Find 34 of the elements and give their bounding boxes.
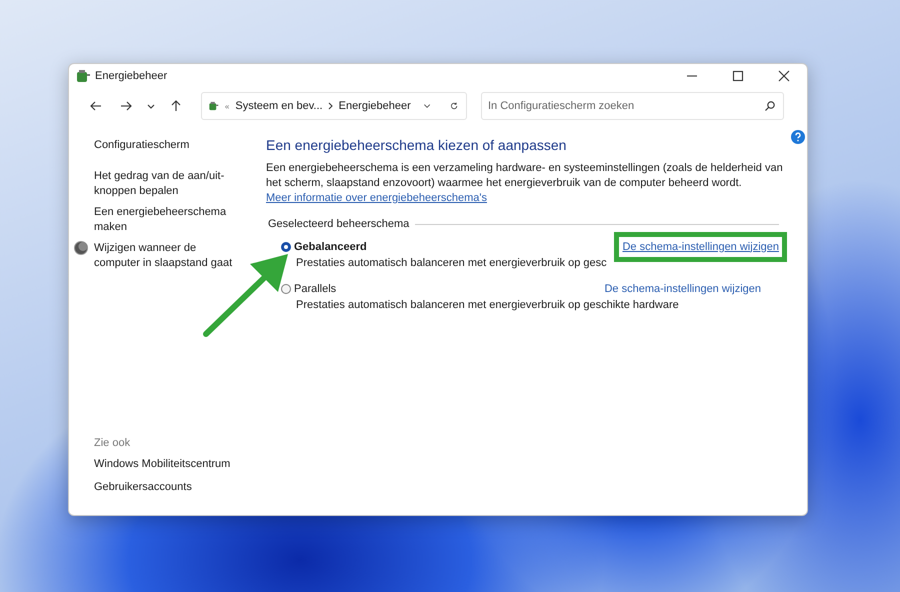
see-also-heading: Zie ook: [94, 437, 132, 449]
back-arrow-icon[interactable]: [90, 100, 102, 112]
see-also-link[interactable]: Windows Mobiliteitscentrum: [94, 457, 234, 472]
plan-settings-link[interactable]: De schema-instellingen wijzigen: [604, 282, 761, 294]
help-icon[interactable]: [791, 130, 805, 144]
see-also-link[interactable]: Gebruikersaccounts: [94, 480, 234, 495]
window-title: Energiebeheer: [95, 70, 168, 82]
plan-name: Parallels: [294, 282, 336, 294]
overflow-chevron[interactable]: «: [224, 102, 230, 110]
refresh-icon[interactable]: [450, 100, 458, 112]
search-icon[interactable]: [764, 100, 776, 112]
intro-paragraph: Een energiebeheerschema is een verzameling hardware- en systeeminstellingen (zoals de helderheid van het scherm, slaapstand enzovoort) waarmee het energieverbruik van de computer beheerd wordt. Meer informatie over energiebeheerschema's: [266, 161, 784, 206]
plan-description: Prestaties automatisch balanceren met energieverbruik op geschikte hardware: [296, 298, 680, 313]
forward-arrow-icon[interactable]: [120, 100, 132, 112]
plan-description: Prestaties automatisch balanceren met energieverbruik op gesc: [296, 256, 608, 271]
plan-name: Gebalanceerd: [294, 240, 367, 252]
more-info-link[interactable]: Meer informatie over energiebeheerschema's: [266, 192, 487, 204]
radio-button[interactable]: [281, 242, 291, 252]
page-heading: Een energiebeheerschema kiezen of aanpassen: [266, 137, 568, 153]
up-arrow-icon[interactable]: [170, 100, 182, 112]
sidebar-link[interactable]: Een energiebeheerschema maken: [94, 205, 234, 235]
battery-plug-icon: [208, 99, 219, 113]
breadcrumb-item[interactable]: Systeem en bev...: [235, 100, 323, 112]
sidebar-link[interactable]: Configuratiescherm: [94, 138, 234, 153]
sidebar-link[interactable]: Het gedrag van de aan/uit-knoppen bepalen: [94, 169, 234, 199]
plan-settings-link[interactable]: De schema-instellingen wijzigen: [622, 240, 779, 252]
section-title: Geselecteerd beheerschema: [268, 218, 410, 230]
search-field[interactable]: In Configuratiescherm zoeken: [481, 92, 784, 120]
radio-button[interactable]: [281, 284, 291, 294]
breadcrumb-item[interactable]: Energiebeheer: [338, 100, 411, 112]
chevron-right-icon[interactable]: [328, 102, 334, 110]
sidebar-link[interactable]: Wijzigen wanneer de computer in slaapstand gaat: [94, 241, 234, 271]
battery-plug-icon: [75, 69, 91, 83]
moon-icon: [74, 241, 88, 255]
